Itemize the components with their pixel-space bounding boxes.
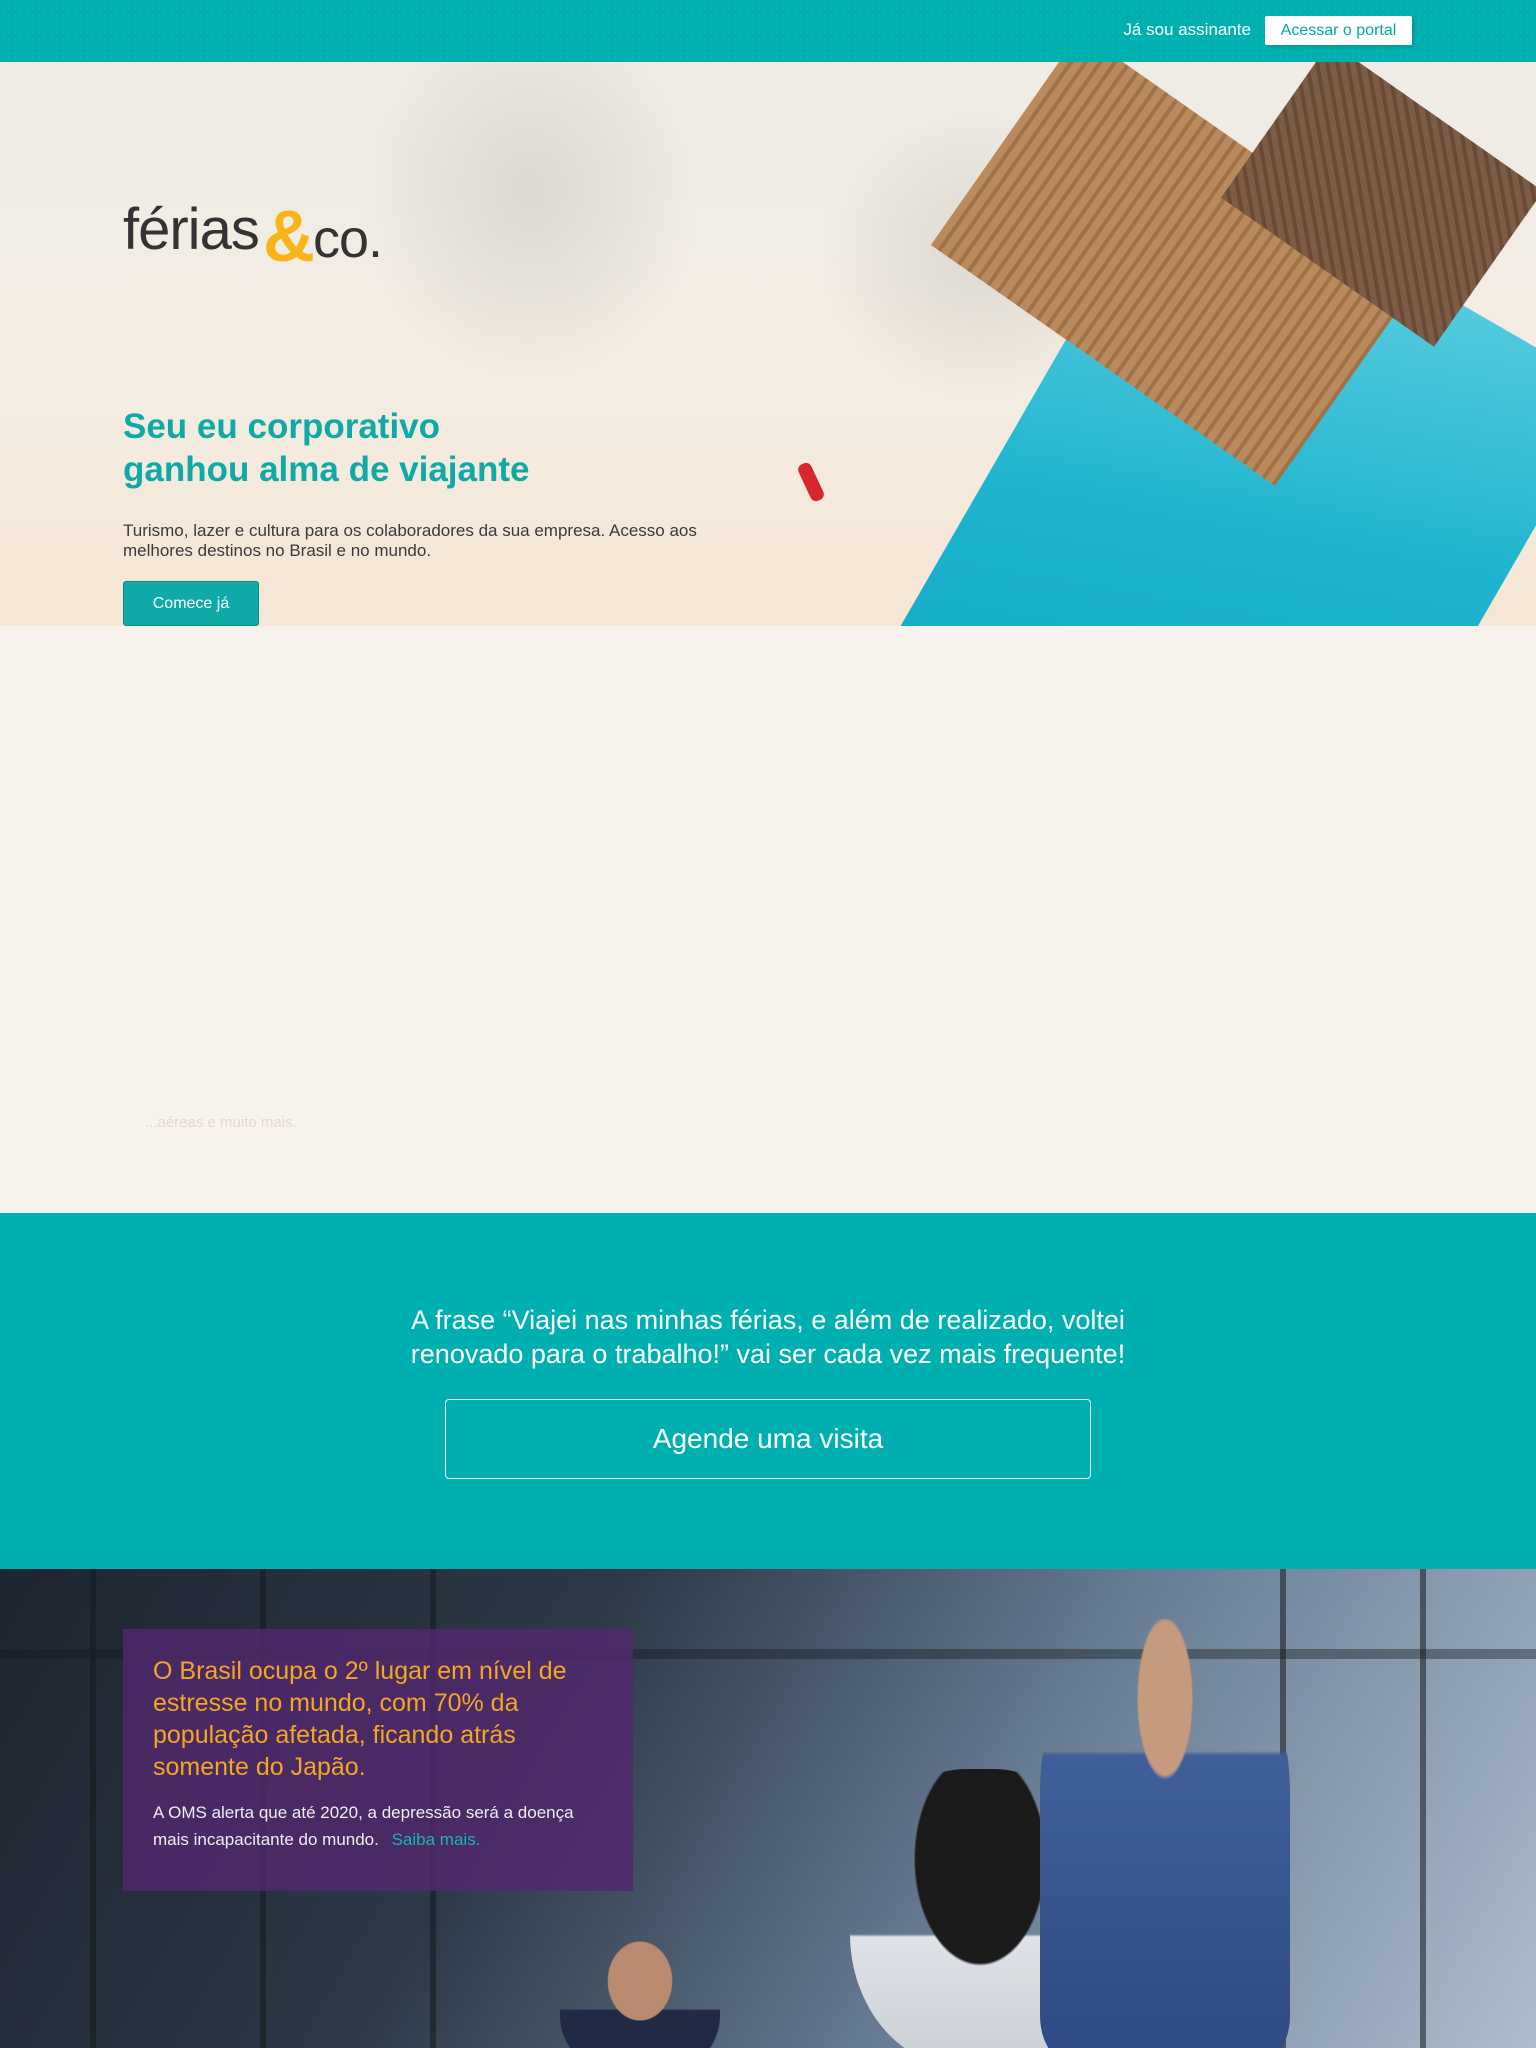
logo[interactable]: férias & co. [123,196,393,286]
beach-person-image [796,460,826,504]
window-frame-image [1420,1569,1426,2048]
benefits-faded-text: ...aéreas e muito mais. [145,1114,297,1131]
top-bar: Já sou assinante Acessar o portal [0,0,1536,62]
schedule-visit-button[interactable]: Agende uma visita [445,1399,1091,1479]
logo-ampersand: & [263,197,315,277]
access-portal-button[interactable]: Acessar o portal [1265,16,1412,45]
stress-stat-headline: O Brasil ocupa o 2º lugar em nível de es… [153,1657,567,1781]
start-now-button[interactable]: Comece já [123,581,259,626]
hero-title-line2: ganhou alma de viajante [123,450,530,489]
stress-stat-subtext: A OMS alerta que até 2020, a depressão s… [153,1799,603,1853]
hero-description: Turismo, lazer e cultura para os colabor… [123,521,697,560]
cta-quote: A frase “Viajei nas minhas férias, e alé… [410,1305,1126,1369]
window-frame-image [90,1569,96,2048]
logo-text-co: co. [313,209,383,269]
oms-alert-text: A OMS alerta que até 2020, a depressão s… [153,1803,574,1849]
already-subscriber-link[interactable]: Já sou assinante [1123,20,1251,40]
cta-section: A frase “Viajei nas minhas férias, e alé… [0,1213,1536,1569]
learn-more-link[interactable]: Saiba mais. [392,1830,481,1849]
hero-title-line1: Seu eu corporativo [123,407,441,446]
hero-title: Seu eu corporativo ganhou alma de viajan… [123,405,623,491]
stress-stat-box: O Brasil ocupa o 2º lugar em nível de es… [123,1629,633,1891]
logo-text-ferias: férias [123,197,260,262]
palm-shadow-image [360,62,700,382]
colleague-photo [560,1939,720,2048]
bearded-man-photo [1040,1619,1290,2048]
